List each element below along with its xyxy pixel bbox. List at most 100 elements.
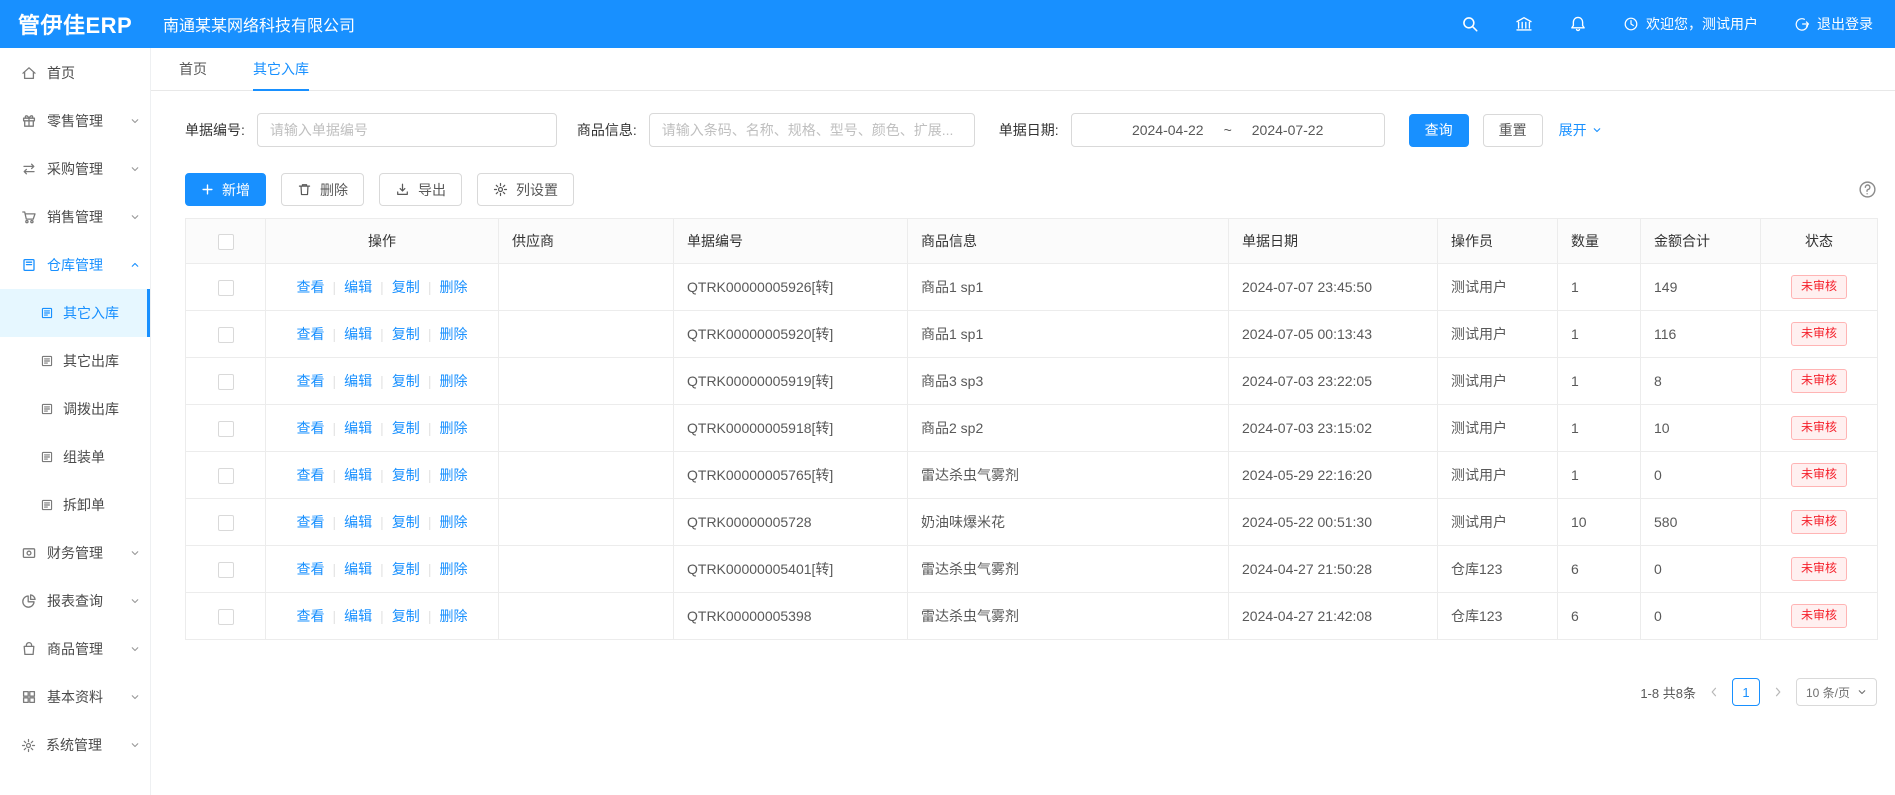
sidebar-subitem-4-4[interactable]: 拆卸单 (0, 481, 150, 529)
quantity-cell: 6 (1558, 593, 1641, 640)
product-info-input[interactable] (662, 122, 962, 138)
delete-button[interactable]: 删除 (281, 173, 364, 206)
row-action-copy[interactable]: 复制 (392, 512, 420, 532)
row-action-view[interactable]: 查看 (297, 559, 325, 579)
table-row: 查看|编辑|复制|删除QTRK00000005728奶油味爆米花2024-05-… (186, 499, 1878, 546)
sidebar-item-5[interactable]: 财务管理 (0, 529, 150, 577)
row-checkbox[interactable] (218, 609, 234, 625)
row-action-view[interactable]: 查看 (297, 465, 325, 485)
status-badge: 未审核 (1791, 510, 1847, 534)
row-action-edit[interactable]: 编辑 (344, 465, 372, 485)
row-checkbox[interactable] (218, 468, 234, 484)
chevron-up-icon (130, 260, 140, 270)
row-action-delete[interactable]: 删除 (439, 277, 467, 297)
row-action-delete[interactable]: 删除 (439, 371, 467, 391)
row-action-view[interactable]: 查看 (297, 418, 325, 438)
quantity-cell: 1 (1558, 264, 1641, 311)
sidebar-item-3[interactable]: 销售管理 (0, 193, 150, 241)
row-checkbox[interactable] (218, 562, 234, 578)
sidebar-item-1[interactable]: 零售管理 (0, 97, 150, 145)
page-size-select[interactable]: 10 条/页 (1796, 678, 1877, 706)
row-checkbox[interactable] (218, 327, 234, 343)
row-action-edit[interactable]: 编辑 (344, 606, 372, 626)
table-body: 查看|编辑|复制|删除QTRK00000005926[转]商品1 sp12024… (186, 264, 1878, 640)
welcome-user[interactable]: 欢迎您，测试用户 (1623, 14, 1758, 34)
help-icon[interactable] (1858, 180, 1877, 199)
sidebar-subitem-4-0[interactable]: 其它入库 (0, 289, 150, 337)
chevron-down-icon (1857, 687, 1867, 697)
row-action-edit[interactable]: 编辑 (344, 277, 372, 297)
grid-icon (21, 689, 37, 705)
row-checkbox[interactable] (218, 280, 234, 296)
row-action-copy[interactable]: 复制 (392, 371, 420, 391)
current-page[interactable]: 1 (1732, 678, 1760, 706)
product-info-field (649, 113, 975, 147)
reset-button[interactable]: 重置 (1483, 114, 1543, 147)
search-button[interactable]: 查询 (1409, 114, 1469, 147)
date-range-picker[interactable]: 2024-04-22 ~ 2024-07-22 (1071, 113, 1385, 147)
row-checkbox[interactable] (218, 374, 234, 390)
operator-cell: 测试用户 (1438, 452, 1558, 499)
sidebar-item-7[interactable]: 商品管理 (0, 625, 150, 673)
doc-icon (40, 354, 54, 368)
tab-1[interactable]: 其它入库 (253, 48, 309, 91)
next-page-button[interactable] (1772, 686, 1784, 698)
sidebar-item-6[interactable]: 报表查询 (0, 577, 150, 625)
row-action-copy[interactable]: 复制 (392, 277, 420, 297)
row-action-delete[interactable]: 删除 (439, 324, 467, 344)
row-action-copy[interactable]: 复制 (392, 606, 420, 626)
expand-toggle[interactable]: 展开 (1559, 120, 1602, 140)
row-action-edit[interactable]: 编辑 (344, 512, 372, 532)
row-action-delete[interactable]: 删除 (439, 559, 467, 579)
search-icon[interactable] (1461, 15, 1479, 33)
sidebar-item-9[interactable]: 系统管理 (0, 721, 150, 769)
warehouse-icon (21, 257, 37, 273)
clock-icon (1623, 16, 1639, 32)
column-settings-button[interactable]: 列设置 (477, 173, 574, 206)
row-action-edit[interactable]: 编辑 (344, 418, 372, 438)
content: 首页其它入库 单据编号: 商品信息: 单据日期: 2024-04-22 ~ (151, 48, 1895, 795)
sidebar-item-2[interactable]: 采购管理 (0, 145, 150, 193)
bell-icon[interactable] (1569, 15, 1587, 33)
row-action-delete[interactable]: 删除 (439, 418, 467, 438)
logout-button[interactable]: 退出登录 (1794, 14, 1873, 34)
bill-no-input[interactable] (270, 122, 544, 138)
row-action-view[interactable]: 查看 (297, 371, 325, 391)
row-action-view[interactable]: 查看 (297, 277, 325, 297)
row-action-edit[interactable]: 编辑 (344, 324, 372, 344)
row-action-copy[interactable]: 复制 (392, 465, 420, 485)
export-button[interactable]: 导出 (379, 173, 462, 206)
row-checkbox[interactable] (218, 421, 234, 437)
row-action-view[interactable]: 查看 (297, 512, 325, 532)
sidebar-subitem-4-2[interactable]: 调拨出库 (0, 385, 150, 433)
row-action-view[interactable]: 查看 (297, 324, 325, 344)
tab-0[interactable]: 首页 (179, 48, 207, 91)
row-action-edit[interactable]: 编辑 (344, 371, 372, 391)
column-header-operator: 操作员 (1438, 219, 1558, 264)
bank-icon[interactable] (1515, 15, 1533, 33)
sidebar-item-label: 零售管理 (47, 111, 103, 131)
column-header-actions: 操作 (266, 219, 499, 264)
table-row: 查看|编辑|复制|删除QTRK00000005918[转]商品2 sp22024… (186, 405, 1878, 452)
row-action-edit[interactable]: 编辑 (344, 559, 372, 579)
prev-page-button[interactable] (1708, 686, 1720, 698)
sidebar-subitem-4-1[interactable]: 其它出库 (0, 337, 150, 385)
row-checkbox[interactable] (218, 515, 234, 531)
sidebar-subitem-4-3[interactable]: 组装单 (0, 433, 150, 481)
sidebar-item-0[interactable]: 首页 (0, 49, 150, 97)
action-separator: | (380, 326, 384, 342)
row-action-delete[interactable]: 删除 (439, 512, 467, 532)
row-action-copy[interactable]: 复制 (392, 418, 420, 438)
row-action-delete[interactable]: 删除 (439, 606, 467, 626)
add-button[interactable]: 新增 (185, 173, 266, 206)
row-action-view[interactable]: 查看 (297, 606, 325, 626)
sidebar-item-4[interactable]: 仓库管理 (0, 241, 150, 289)
action-separator: | (380, 420, 384, 436)
row-action-copy[interactable]: 复制 (392, 324, 420, 344)
sidebar-item-8[interactable]: 基本资料 (0, 673, 150, 721)
row-action-delete[interactable]: 删除 (439, 465, 467, 485)
row-action-copy[interactable]: 复制 (392, 559, 420, 579)
select-all-checkbox[interactable] (218, 234, 234, 250)
bill-date-cell: 2024-05-29 22:16:20 (1229, 452, 1438, 499)
quantity-cell: 1 (1558, 405, 1641, 452)
